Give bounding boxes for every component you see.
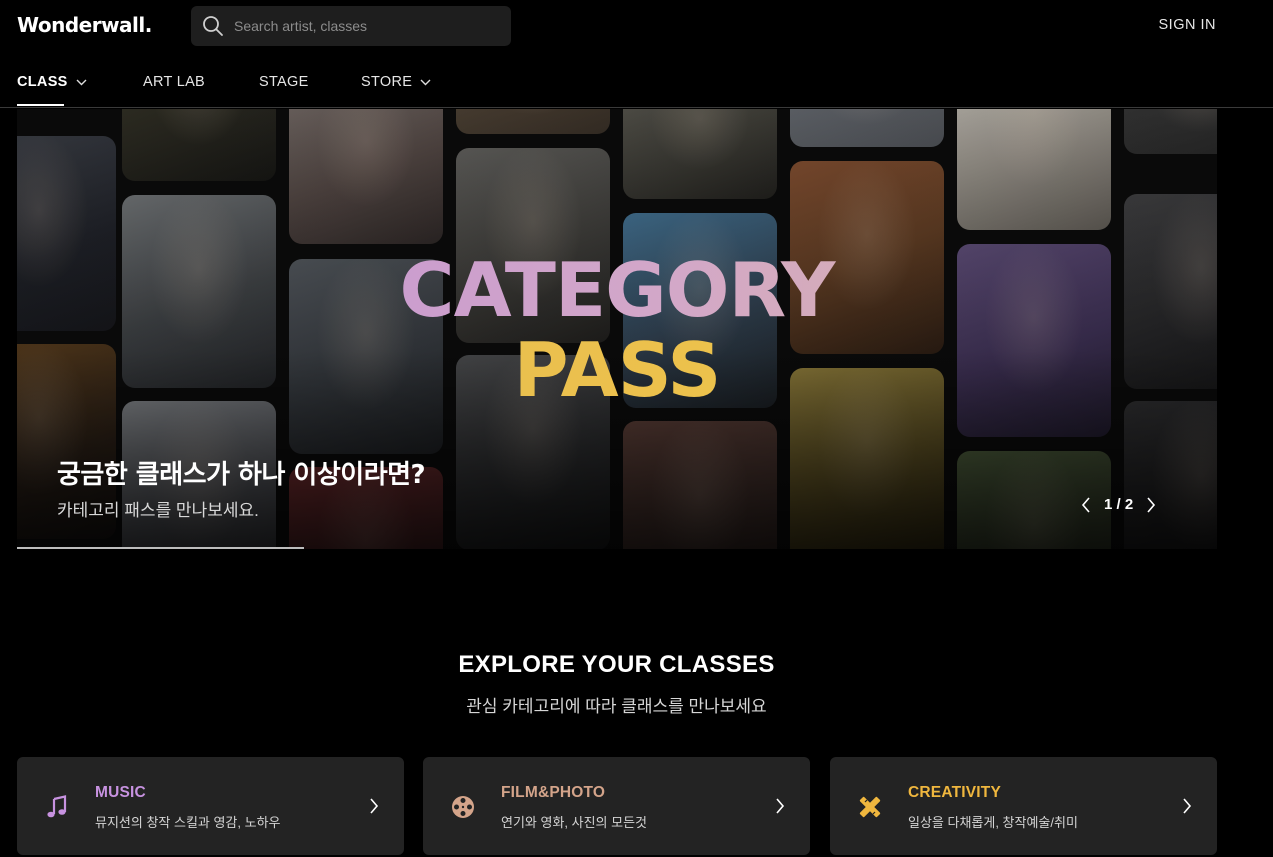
card-title: CREATIVITY: [908, 784, 1001, 801]
card-description: 뮤지션의 창작 스킬과 영감, 노하우: [95, 815, 281, 830]
explore-title: EXPLORE YOUR CLASSES: [458, 651, 775, 678]
chevron-down-icon: [76, 79, 87, 85]
search-icon: [203, 16, 223, 36]
chevron-right-icon: [1183, 798, 1192, 814]
chevron-right-icon: [370, 798, 379, 814]
hero-banner[interactable]: CATEGORY PASS 궁금한 클래스가 하나 이상이라면? 카테고리 패스…: [17, 109, 1217, 549]
nav-class[interactable]: CLASS: [17, 74, 87, 90]
explore-subtitle: 관심 카테고리에 따라 클래스를 만나보세요: [466, 697, 767, 716]
nav-art-lab-label: ART LAB: [143, 74, 206, 90]
chevron-left-icon[interactable]: [1081, 496, 1091, 513]
nav-art-lab[interactable]: ART LAB: [143, 74, 205, 90]
sign-in-link[interactable]: SIGN IN: [1159, 17, 1216, 33]
top-bar: Wonderwall. SIGN IN: [0, 0, 1273, 52]
music-note-icon: [47, 795, 67, 818]
hero-heading: 궁금한 클래스가 하나 이상이라면?: [57, 460, 426, 490]
nav-stage[interactable]: STAGE: [259, 74, 309, 90]
hero-pager-count: 1 / 2: [1104, 496, 1134, 513]
chevron-down-icon: [420, 79, 431, 85]
hero-title-line1: CATEGORY: [17, 252, 1217, 328]
chevron-right-icon: [776, 798, 785, 814]
hero-title-line2: PASS: [17, 332, 1217, 408]
nav-store[interactable]: STORE: [361, 74, 431, 90]
category-card-film-photo[interactable]: FILM&PHOTO 연기와 영화, 사진의 모든것: [423, 757, 810, 855]
card-title: FILM&PHOTO: [501, 784, 606, 801]
nav-store-label: STORE: [361, 74, 413, 90]
card-title: MUSIC: [95, 784, 146, 801]
nav-class-label: CLASS: [17, 74, 68, 90]
logo[interactable]: Wonderwall.: [17, 13, 152, 37]
active-tab-underline: [17, 104, 64, 106]
pencil-ruler-icon: [859, 796, 881, 818]
hero-pager: 1 / 2: [1081, 496, 1156, 513]
category-card-creativity[interactable]: CREATIVITY 일상을 다채롭게, 창작예술/취미: [830, 757, 1217, 855]
main-nav: CLASS ART LAB STAGE STORE: [0, 52, 1273, 108]
card-description: 일상을 다채롭게, 창작예술/취미: [908, 815, 1078, 830]
film-reel-icon: [452, 796, 474, 818]
nav-stage-label: STAGE: [259, 74, 309, 90]
category-card-music[interactable]: MUSIC 뮤지션의 창작 스킬과 영감, 노하우: [17, 757, 404, 855]
hero-progress-bar: [17, 547, 304, 549]
search-input[interactable]: [234, 18, 484, 34]
hero-subheading: 카테고리 패스를 만나보세요.: [57, 501, 259, 520]
search-box[interactable]: [191, 6, 511, 46]
chevron-right-icon[interactable]: [1146, 496, 1156, 513]
card-description: 연기와 영화, 사진의 모든것: [501, 815, 648, 830]
